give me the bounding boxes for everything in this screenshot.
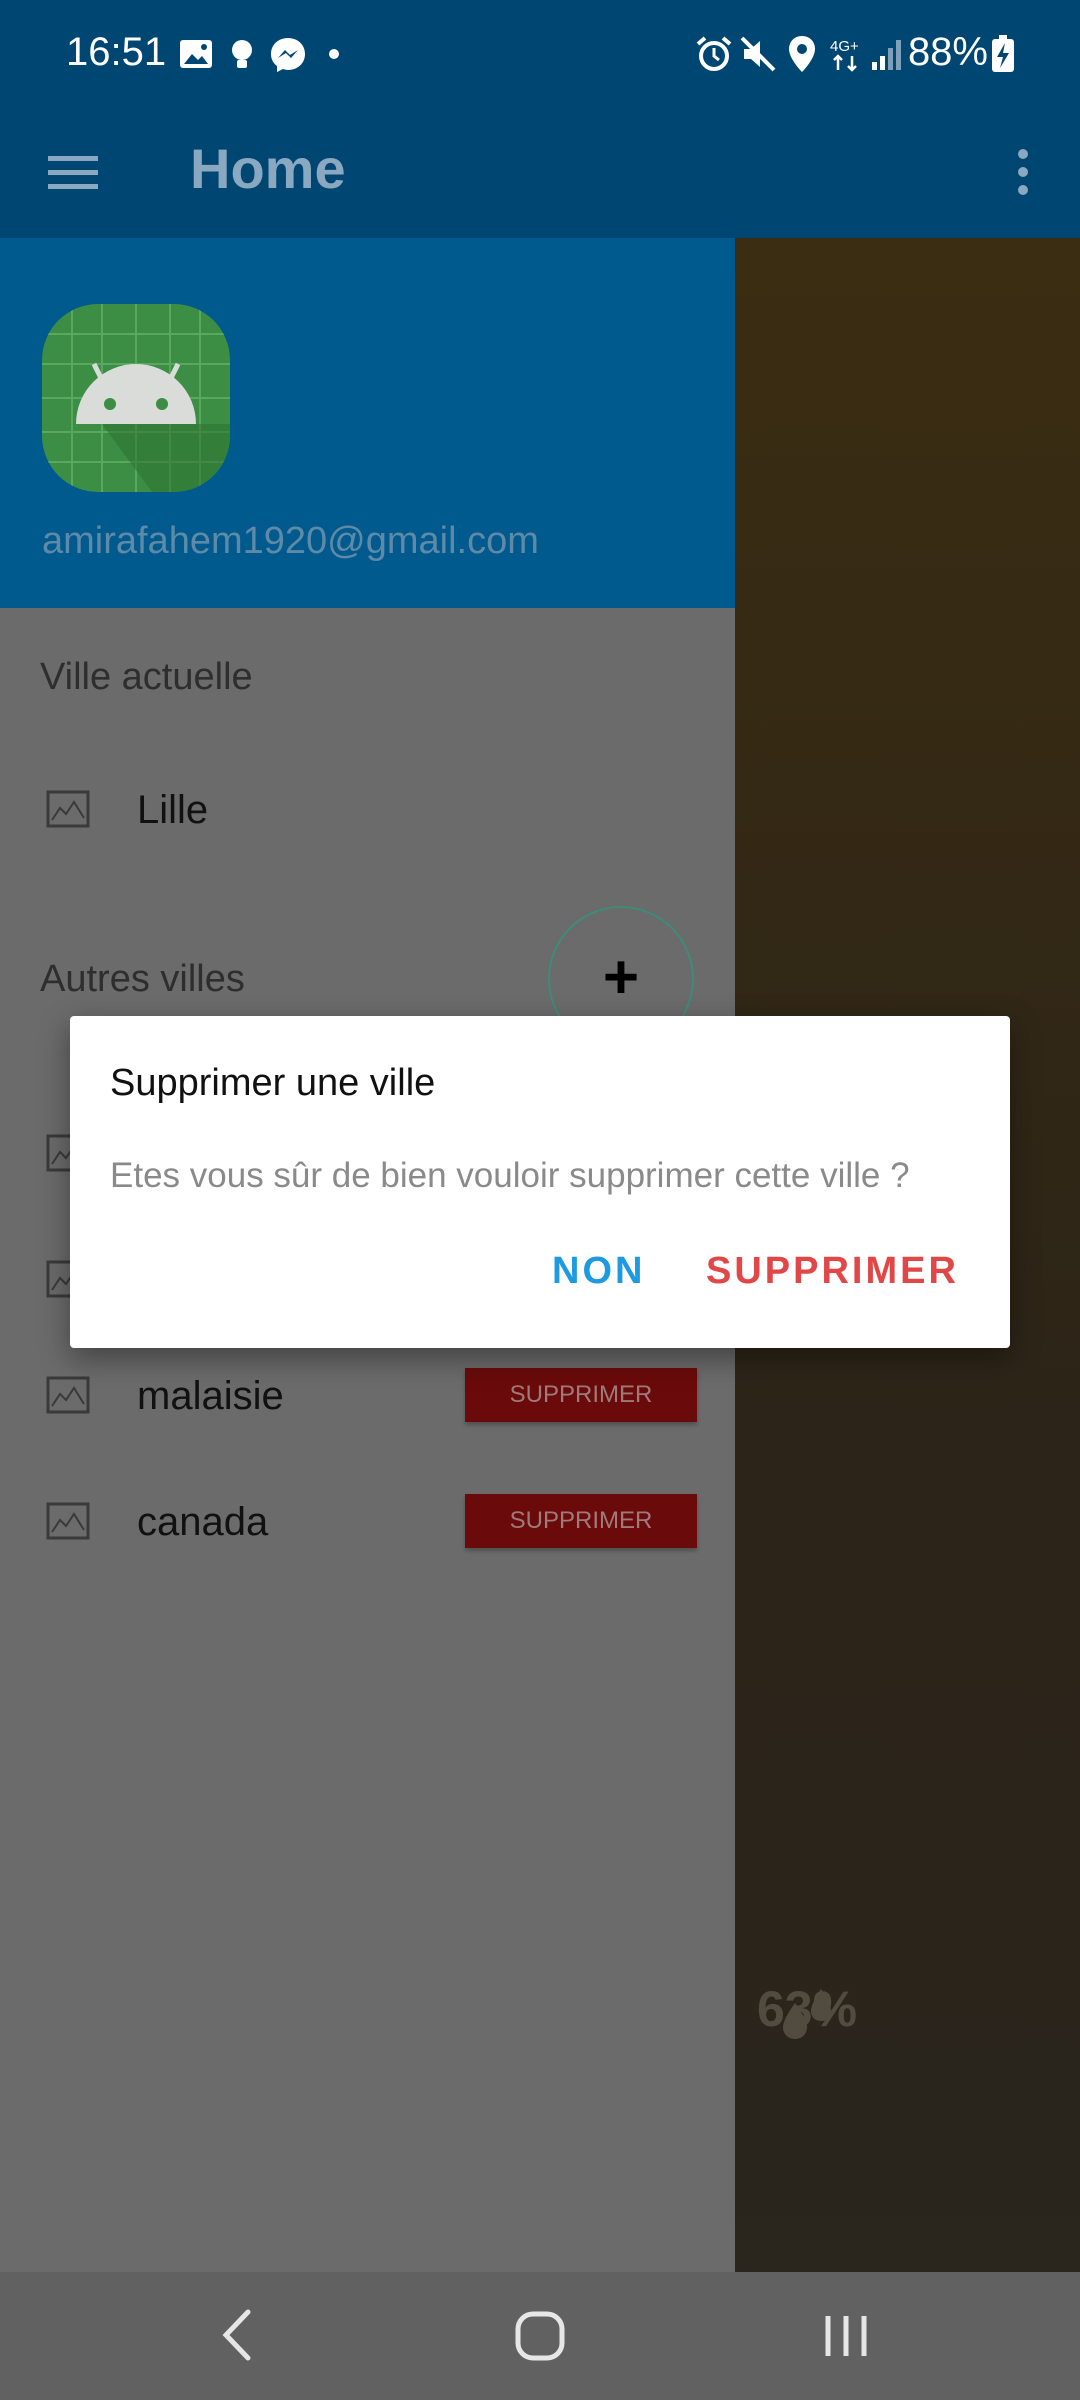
map-icon [46, 1376, 90, 1414]
hamburger-menu-icon[interactable] [46, 146, 100, 200]
confirm-delete-button[interactable]: SUPPRIMER [706, 1250, 959, 1293]
dialog-title: Supprimer une ville [110, 1062, 436, 1104]
back-icon[interactable] [212, 2302, 264, 2368]
drawer-header: amirafahem1920@gmail.com [0, 238, 735, 608]
delete-city-dialog: Supprimer une ville Etes vous sûr de bie… [70, 1016, 1010, 1348]
android-robot-icon [42, 304, 230, 492]
signal-icon [872, 40, 901, 70]
location-icon [789, 36, 815, 72]
map-icon [46, 790, 90, 828]
current-city-heading: Ville actuelle [40, 656, 253, 698]
current-city-row[interactable]: Lille [0, 766, 735, 856]
cancel-button[interactable]: NON [552, 1250, 645, 1293]
overflow-menu-icon[interactable] [1008, 142, 1038, 202]
page-title: Home [190, 137, 346, 200]
svg-text:4G+: 4G+ [830, 38, 859, 55]
dialog-message: Etes vous sûr de bien vouloir supprimer … [110, 1156, 910, 1195]
current-city-name: Lille [137, 788, 209, 832]
city-row-canada[interactable]: canada SUPPRIMER [0, 1474, 735, 1570]
messenger-notification-icon [271, 38, 305, 72]
mute-icon [740, 36, 776, 72]
humidity-value: 63% [756, 1981, 858, 2037]
alarm-icon [696, 36, 732, 71]
home-icon[interactable] [510, 2306, 570, 2366]
status-time: 16:51 [66, 30, 167, 74]
app-bar: Home [0, 110, 1080, 238]
delete-city-button[interactable]: SUPPRIMER [465, 1368, 697, 1422]
city-name: malaisie [137, 1374, 284, 1418]
battery-percent: 88% [907, 30, 988, 74]
delete-city-button[interactable]: SUPPRIMER [465, 1494, 697, 1548]
city-name: canada [137, 1500, 269, 1544]
user-email: amirafahem1920@gmail.com [42, 520, 539, 562]
4g-icon: 4G+ [830, 38, 859, 72]
status-bar: 16:51 4G+ 88% [0, 0, 1080, 110]
recent-apps-icon[interactable] [816, 2306, 876, 2366]
system-navigation-bar [0, 2272, 1080, 2400]
more-notifications-dot-icon [329, 49, 339, 59]
bulb-notification-icon [232, 40, 252, 68]
other-cities-heading: Autres villes [40, 958, 245, 1000]
battery-charging-icon [992, 35, 1014, 72]
city-row-malaisie[interactable]: malaisie SUPPRIMER [0, 1348, 735, 1444]
avatar [42, 304, 230, 492]
image-notification-icon [180, 40, 212, 68]
map-icon [46, 1502, 90, 1540]
